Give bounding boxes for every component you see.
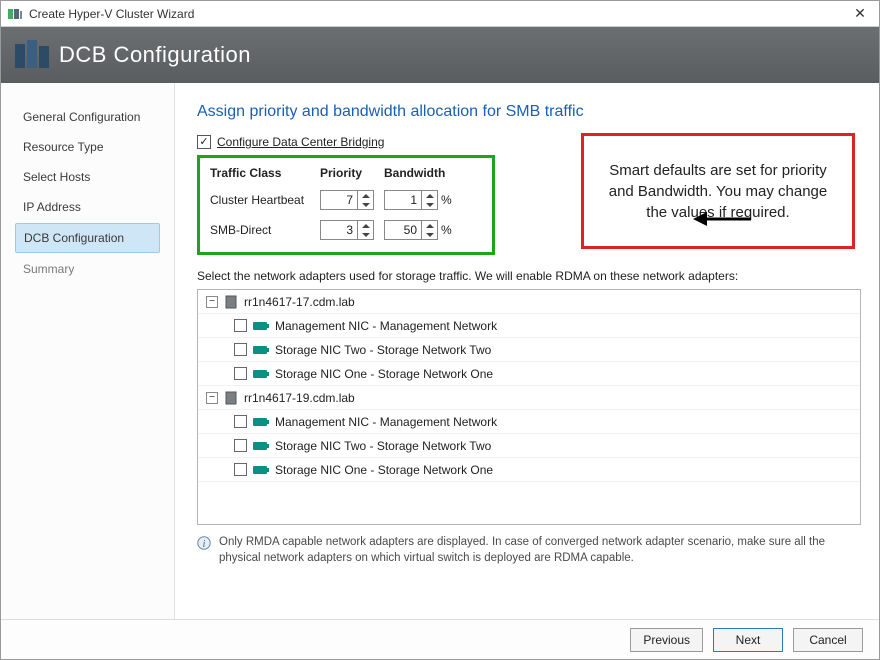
nic-icon xyxy=(253,368,269,380)
server-icon xyxy=(224,391,238,405)
tree-nic-label: Management NIC - Management Network xyxy=(275,319,497,333)
close-icon[interactable]: ✕ xyxy=(847,5,873,22)
step-ip-address[interactable]: IP Address xyxy=(15,193,160,221)
step-general-configuration[interactable]: General Configuration xyxy=(15,103,160,131)
col-priority: Priority xyxy=(320,166,384,180)
footnote-text: Only RMDA capable network adapters are d… xyxy=(219,535,861,566)
step-select-hosts[interactable]: Select Hosts xyxy=(15,163,160,191)
tree-host[interactable]: − rr1n4617-19.cdm.lab xyxy=(198,386,860,410)
tree-nic-label: Storage NIC Two - Storage Network Two xyxy=(275,439,491,453)
smb-direct-bandwidth-spinner[interactable]: 50 xyxy=(384,220,438,240)
nic-checkbox[interactable] xyxy=(234,319,247,332)
wizard-footer: Previous Next Cancel xyxy=(1,619,879,659)
wizard-header: DCB Configuration xyxy=(1,27,879,83)
spinner-arrows-icon[interactable] xyxy=(421,191,437,209)
tree-nic[interactable]: Storage NIC Two - Storage Network Two xyxy=(198,434,860,458)
step-summary[interactable]: Summary xyxy=(15,255,160,283)
nic-checkbox[interactable] xyxy=(234,343,247,356)
collapse-icon[interactable]: − xyxy=(206,296,218,308)
smb-direct-priority-spinner[interactable]: 3 xyxy=(320,220,374,240)
nic-icon xyxy=(253,344,269,356)
previous-button[interactable]: Previous xyxy=(630,628,703,652)
tree-nic-label: Storage NIC One - Storage Network One xyxy=(275,463,493,477)
tree-nic[interactable]: Management NIC - Management Network xyxy=(198,314,860,338)
arrow-icon xyxy=(693,209,753,232)
server-icon xyxy=(224,295,238,309)
tree-nic-label: Management NIC - Management Network xyxy=(275,415,497,429)
nic-icon xyxy=(253,416,269,428)
tree-nic[interactable]: Storage NIC One - Storage Network One xyxy=(198,362,860,386)
nic-checkbox[interactable] xyxy=(234,415,247,428)
cancel-button[interactable]: Cancel xyxy=(793,628,863,652)
page-header: DCB Configuration xyxy=(59,42,251,68)
wizard-steps: General Configuration Resource Type Sele… xyxy=(1,83,175,619)
row-cluster-heartbeat-label: Cluster Heartbeat xyxy=(210,193,320,207)
spinner-arrows-icon[interactable] xyxy=(421,221,437,239)
next-button[interactable]: Next xyxy=(713,628,783,652)
titlebar: Create Hyper-V Cluster Wizard ✕ xyxy=(1,1,879,27)
main-panel: Assign priority and bandwidth allocation… xyxy=(175,83,879,619)
collapse-icon[interactable]: − xyxy=(206,392,218,404)
tree-host-label: rr1n4617-17.cdm.lab xyxy=(244,295,355,309)
cluster-heartbeat-bandwidth-spinner[interactable]: 1 xyxy=(384,190,438,210)
app-icon xyxy=(7,6,23,22)
footnote: i Only RMDA capable network adapters are… xyxy=(197,535,861,566)
checkmark-icon: ✓ xyxy=(197,135,211,149)
cluster-icon xyxy=(15,38,49,72)
info-icon: i xyxy=(197,536,211,556)
nic-checkbox[interactable] xyxy=(234,463,247,476)
configure-dcb-label: Configure Data Center Bridging xyxy=(217,135,384,149)
nic-checkbox[interactable] xyxy=(234,367,247,380)
window-title: Create Hyper-V Cluster Wizard xyxy=(29,7,841,21)
tree-nic[interactable]: Storage NIC One - Storage Network One xyxy=(198,458,860,482)
adapter-tree[interactable]: − rr1n4617-17.cdm.lab Management NIC - M… xyxy=(197,289,861,525)
nic-icon xyxy=(253,320,269,332)
page-title: Assign priority and bandwidth allocation… xyxy=(197,103,861,121)
cluster-heartbeat-priority-spinner[interactable]: 7 xyxy=(320,190,374,210)
adapters-description: Select the network adapters used for sto… xyxy=(197,269,861,283)
spinner-arrows-icon[interactable] xyxy=(357,191,373,209)
col-traffic-class: Traffic Class xyxy=(210,166,320,180)
step-resource-type[interactable]: Resource Type xyxy=(15,133,160,161)
tree-nic-label: Storage NIC One - Storage Network One xyxy=(275,367,493,381)
step-dcb-configuration[interactable]: DCB Configuration xyxy=(15,223,160,253)
tree-host-label: rr1n4617-19.cdm.lab xyxy=(244,391,355,405)
spinner-arrows-icon[interactable] xyxy=(357,221,373,239)
nic-checkbox[interactable] xyxy=(234,439,247,452)
col-bandwidth: Bandwidth xyxy=(384,166,484,180)
nic-icon xyxy=(253,440,269,452)
tree-host[interactable]: − rr1n4617-17.cdm.lab xyxy=(198,290,860,314)
nic-icon xyxy=(253,464,269,476)
row-smb-direct-label: SMB-Direct xyxy=(210,223,320,237)
tree-nic-label: Storage NIC Two - Storage Network Two xyxy=(275,343,491,357)
svg-text:i: i xyxy=(203,539,206,550)
tree-nic[interactable]: Storage NIC Two - Storage Network Two xyxy=(198,338,860,362)
tree-nic[interactable]: Management NIC - Management Network xyxy=(198,410,860,434)
traffic-class-box: Traffic Class Priority Bandwidth Cluster… xyxy=(197,155,495,255)
